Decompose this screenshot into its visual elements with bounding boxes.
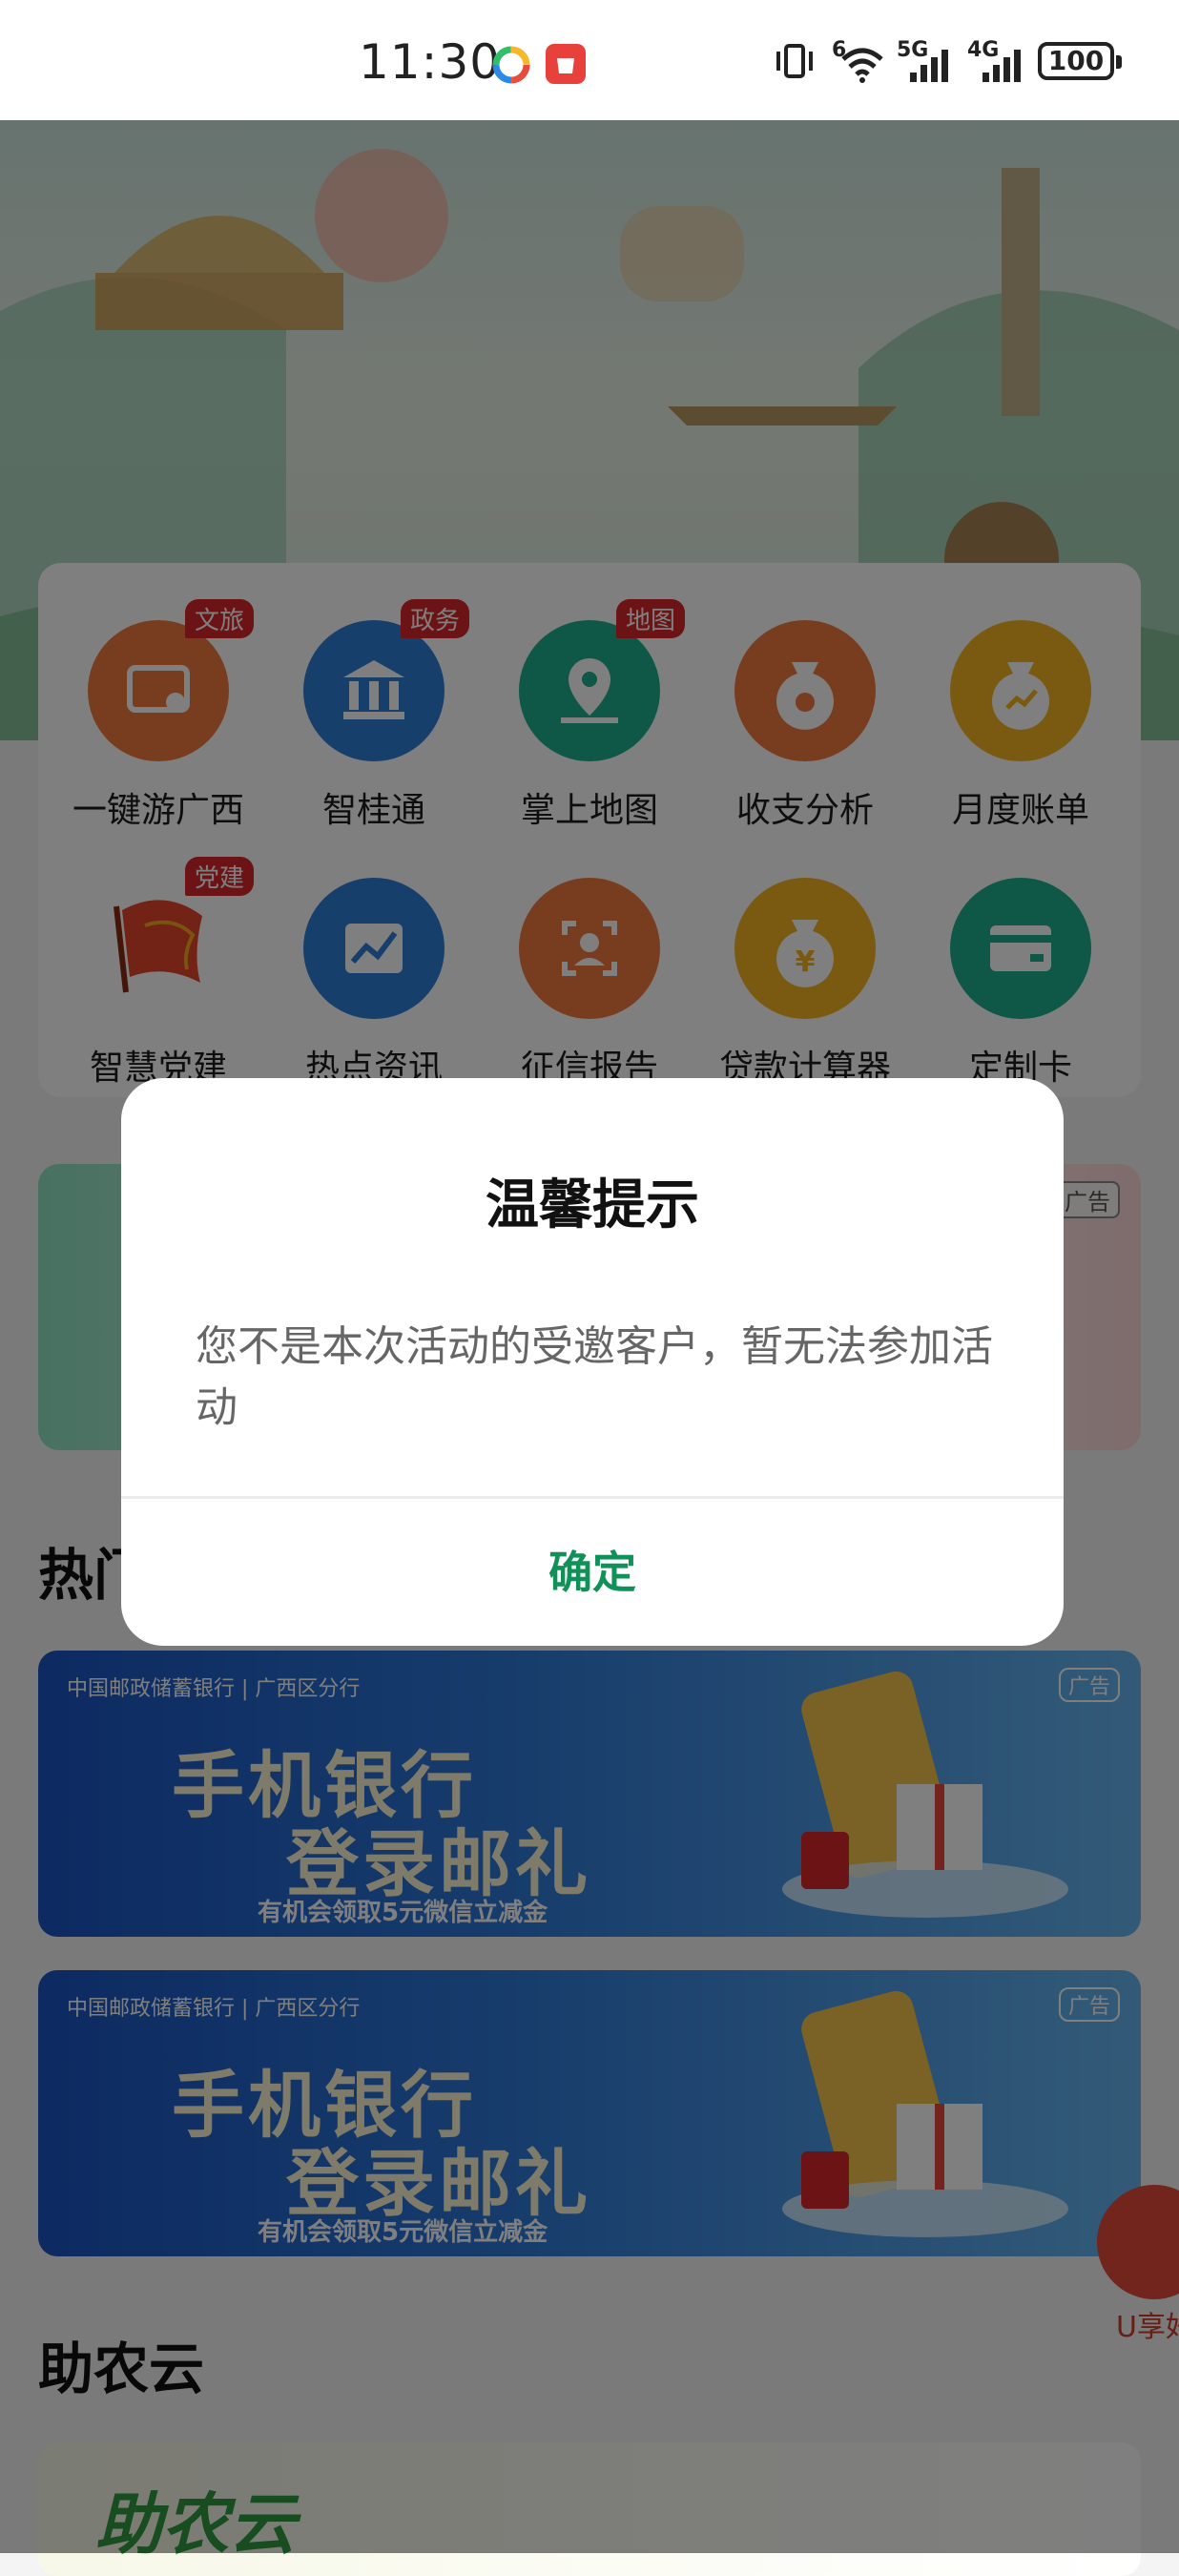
- confirm-button[interactable]: 确定: [121, 1499, 1064, 1646]
- battery-indicator: 100: [1038, 42, 1122, 80]
- huawei-app-icon: [546, 44, 586, 84]
- dialog-title: 温馨提示: [486, 1174, 699, 1236]
- notice-dialog: 温馨提示 您不是本次活动的受邀客户，暂无法参加活动 确定: [121, 1078, 1064, 1646]
- vibrate-icon: [776, 44, 813, 78]
- dialog-message: 您不是本次活动的受邀客户，暂无法参加活动: [196, 1322, 993, 1432]
- app-notification-icon: [492, 46, 530, 84]
- status-bar: 11:30 6 5G 4G 100: [0, 0, 1179, 120]
- status-time: 11:30: [359, 34, 502, 90]
- signal-5g-icon: [910, 50, 948, 82]
- wifi-icon: [841, 48, 883, 83]
- signal-4g-icon: [982, 50, 1021, 82]
